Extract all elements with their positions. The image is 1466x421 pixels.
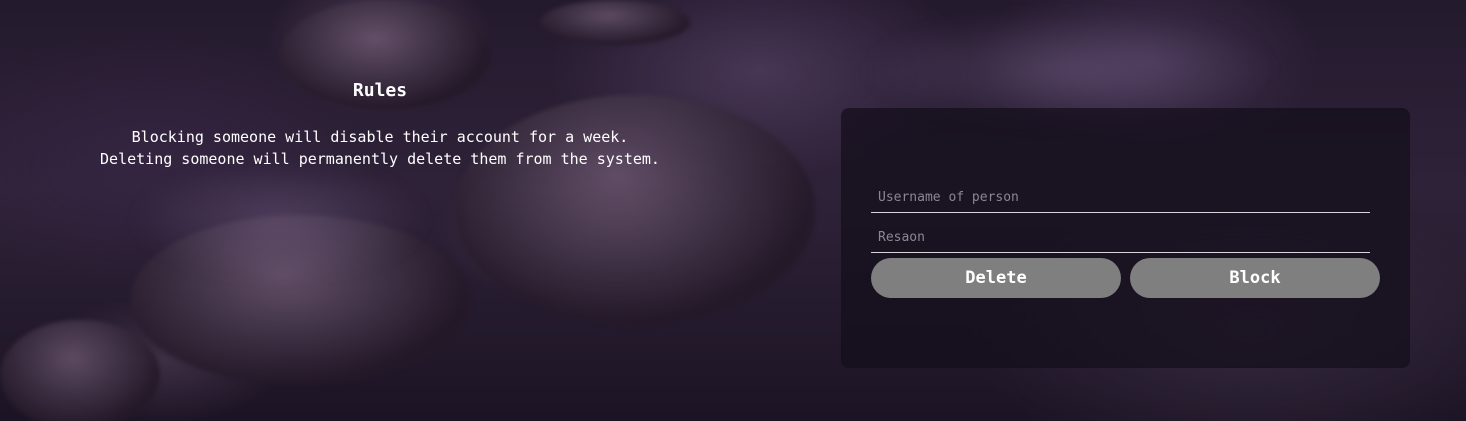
rules-section: Rules Blocking someone will disable thei… (40, 76, 720, 170)
username-input[interactable] (871, 183, 1370, 213)
delete-button[interactable]: Delete (871, 258, 1121, 298)
moderation-form-panel: Delete Block (841, 108, 1410, 368)
rules-title: Rules (352, 80, 408, 101)
background-rock (0, 320, 160, 421)
rules-block-text: Blocking someone will disable their acco… (131, 128, 629, 146)
rules-delete-text: Deleting someone will permanently delete… (100, 150, 660, 168)
background-rock (540, 0, 690, 45)
page-background: { "rules": { "title": "Rules", "lines": … (0, 0, 1466, 421)
reason-input[interactable] (871, 223, 1370, 253)
background-mist (130, 160, 430, 280)
block-button[interactable]: Block (1130, 258, 1380, 298)
